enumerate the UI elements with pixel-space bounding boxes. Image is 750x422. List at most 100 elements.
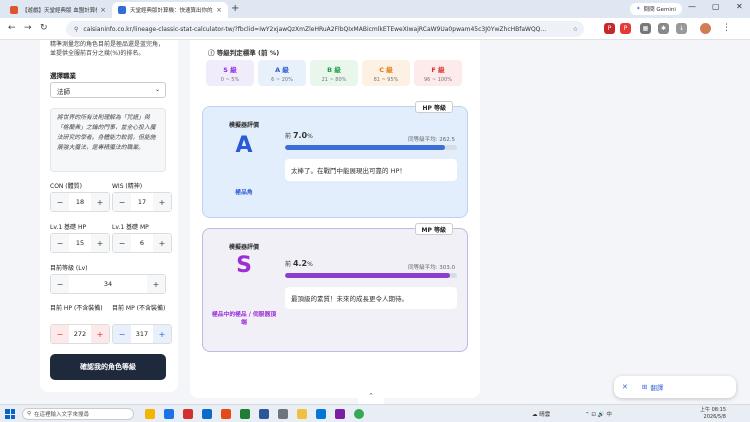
app-taskbar-icon[interactable] bbox=[335, 409, 345, 419]
hp-result-card: HP 等級 模擬器評價 A 極品角 前 7.0% 同等級平均: 262.5 太棒… bbox=[202, 101, 468, 218]
base-hp-stepper: − 15 + bbox=[50, 233, 110, 253]
con-increment-button[interactable]: + bbox=[91, 193, 109, 211]
browser-tab-active[interactable]: 天堂經典版計算機：快速算出你的屬 × bbox=[112, 2, 228, 18]
extension-icon[interactable]: ▦ bbox=[640, 23, 651, 34]
site-info-icon[interactable]: ⚲ bbox=[74, 26, 78, 33]
weather-widget[interactable]: ☁ 晴雲 bbox=[532, 410, 550, 418]
grade-standard-item: B 級 21 ~ 80% bbox=[310, 60, 358, 86]
job-select-value: 法師 bbox=[57, 88, 70, 96]
windows-start-icon[interactable] bbox=[5, 409, 15, 419]
gemini-label: 問問 Gemini bbox=[643, 7, 676, 13]
grade-standards-title: ⓘ 等級判定標準 (前 %) bbox=[208, 47, 279, 57]
extension-icon[interactable]: P bbox=[620, 23, 631, 34]
clock-date: 2026/5/8 bbox=[703, 414, 726, 420]
close-tab-icon[interactable]: × bbox=[100, 6, 106, 14]
con-decrement-button[interactable]: − bbox=[51, 193, 69, 211]
grade-range: 96 ~ 100% bbox=[423, 76, 453, 83]
hp-top-percent-value: 7.0 bbox=[292, 131, 308, 140]
chrome-taskbar-icon[interactable] bbox=[145, 409, 155, 419]
current-hp-label: 目前 HP (不含裝備) bbox=[50, 305, 103, 312]
level-value[interactable]: 34 bbox=[69, 280, 147, 288]
current-mp-decrement-button[interactable]: − bbox=[113, 325, 131, 343]
mp-grade-letter: S bbox=[236, 253, 252, 278]
wis-decrement-button[interactable]: − bbox=[113, 193, 131, 211]
weather-text: 晴雲 bbox=[539, 412, 551, 418]
current-mp-increment-button[interactable]: + bbox=[153, 325, 171, 343]
reload-icon[interactable]: ↻ bbox=[40, 23, 48, 33]
base-mp-label: Lv.1 基礎 MP bbox=[112, 224, 149, 231]
forward-icon[interactable]: → bbox=[24, 23, 32, 33]
app-taskbar-icon[interactable] bbox=[278, 409, 288, 419]
taskbar-search[interactable]: ⚲ 在這裡輸入文字來搜尋 bbox=[22, 408, 134, 420]
gemini-icon: ✦ bbox=[636, 6, 641, 12]
base-mp-decrement-button[interactable]: − bbox=[113, 234, 131, 252]
level-label: 目前等級 (Lv) bbox=[50, 265, 88, 272]
close-window-icon[interactable]: ✕ bbox=[736, 2, 743, 11]
current-hp-decrement-button[interactable]: − bbox=[51, 325, 69, 343]
level-decrement-button[interactable]: − bbox=[51, 275, 69, 293]
translate-label: 翻譯 bbox=[650, 384, 664, 392]
current-mp-value[interactable]: 317 bbox=[131, 330, 153, 338]
system-tray[interactable]: ⌃ ⊡ 🔊 中 bbox=[585, 410, 612, 418]
translate-popup[interactable]: ✕ ⊞ 翻譯 bbox=[614, 376, 736, 398]
base-hp-label: Lv.1 基礎 HP bbox=[50, 224, 87, 231]
chrome-active-taskbar-icon[interactable] bbox=[354, 409, 364, 419]
wis-increment-button[interactable]: + bbox=[153, 193, 171, 211]
pdf-taskbar-icon[interactable] bbox=[183, 409, 193, 419]
wis-label: WIS (精神) bbox=[112, 183, 143, 190]
excel-taskbar-icon[interactable] bbox=[240, 409, 250, 419]
maximize-icon[interactable]: ▢ bbox=[712, 2, 720, 11]
downloads-icon[interactable]: ↓ bbox=[676, 23, 687, 34]
app-taskbar-icon[interactable] bbox=[221, 409, 231, 419]
grade-range: 81 ~ 95% bbox=[373, 76, 399, 83]
level-increment-button[interactable]: + bbox=[147, 275, 165, 293]
browser-tab[interactable]: 【遊戲】天堂經典版 血盟計算機 會員 × bbox=[4, 2, 112, 18]
back-icon[interactable]: ← bbox=[8, 23, 16, 33]
minimize-icon[interactable]: — bbox=[688, 2, 696, 11]
extension-icon[interactable]: P bbox=[604, 23, 615, 34]
base-mp-value[interactable]: 6 bbox=[131, 239, 153, 247]
bookmark-star-icon[interactable]: ☆ bbox=[573, 26, 578, 33]
gemini-button[interactable]: ✦ 問問 Gemini bbox=[630, 3, 682, 15]
confirm-grade-button[interactable]: 確認我的角色等級 bbox=[50, 354, 166, 380]
profile-avatar[interactable] bbox=[700, 23, 711, 34]
explorer-taskbar-icon[interactable] bbox=[297, 409, 307, 419]
mp-progress-fill bbox=[285, 273, 451, 278]
con-stepper: − 18 + bbox=[50, 192, 110, 212]
base-hp-value[interactable]: 15 bbox=[69, 239, 91, 247]
grade-range: 0 ~ 5% bbox=[220, 76, 240, 83]
hp-grade-letter: A bbox=[235, 133, 253, 158]
new-tab-button[interactable]: + bbox=[231, 3, 239, 14]
con-value[interactable]: 18 bbox=[69, 198, 91, 206]
extensions-puzzle-icon[interactable]: ✱ bbox=[658, 23, 669, 34]
results-panel: ⓘ 等級判定標準 (前 %) S 級 0 ~ 5% A 級 6 ~ 20% B 級 21 … bbox=[190, 40, 480, 398]
base-hp-increment-button[interactable]: + bbox=[91, 234, 109, 252]
current-hp-value[interactable]: 272 bbox=[69, 330, 91, 338]
menu-icon[interactable]: ⋮ bbox=[722, 23, 731, 33]
base-hp-decrement-button[interactable]: − bbox=[51, 234, 69, 252]
grade-name: A 級 bbox=[275, 65, 289, 74]
search-icon: ⚲ bbox=[27, 411, 32, 417]
chevron-down-icon: ⌄ bbox=[154, 86, 160, 93]
close-tab-icon[interactable]: × bbox=[216, 6, 222, 14]
grade-name: C 級 bbox=[379, 65, 393, 74]
app-taskbar-icon[interactable] bbox=[164, 409, 174, 419]
address-bar[interactable]: ⚲ caisianinfo.co.kr/lineage-classic-stat… bbox=[66, 21, 584, 37]
app-taskbar-icon[interactable] bbox=[316, 409, 326, 419]
hp-top-percent: 前 7.0% bbox=[285, 131, 313, 140]
close-icon[interactable]: ✕ bbox=[622, 383, 628, 391]
wordpress-favicon-icon bbox=[118, 6, 126, 14]
current-hp-increment-button[interactable]: + bbox=[91, 325, 109, 343]
base-mp-increment-button[interactable]: + bbox=[153, 234, 171, 252]
tab-title: 天堂經典版計算機：快速算出你的屬 bbox=[130, 8, 214, 14]
calculator-form: 精準測量您的角色目前是極品還是蓝完角，並提供全服前百分之幾(%)的排名。 選擇職… bbox=[40, 40, 178, 392]
wis-value[interactable]: 17 bbox=[131, 198, 153, 206]
edge-taskbar-icon[interactable] bbox=[202, 409, 212, 419]
word-taskbar-icon[interactable] bbox=[259, 409, 269, 419]
site-favicon-icon bbox=[10, 6, 18, 14]
current-hp-stepper: − 272 + bbox=[50, 324, 110, 344]
job-select[interactable]: 法師 ⌄ bbox=[50, 82, 166, 98]
taskbar-clock[interactable]: 上午 08:15 2026/5/8 bbox=[700, 407, 726, 421]
scroll-up-button[interactable]: ⌃ bbox=[358, 392, 384, 404]
mp-tag: MP 等級 bbox=[414, 223, 453, 235]
